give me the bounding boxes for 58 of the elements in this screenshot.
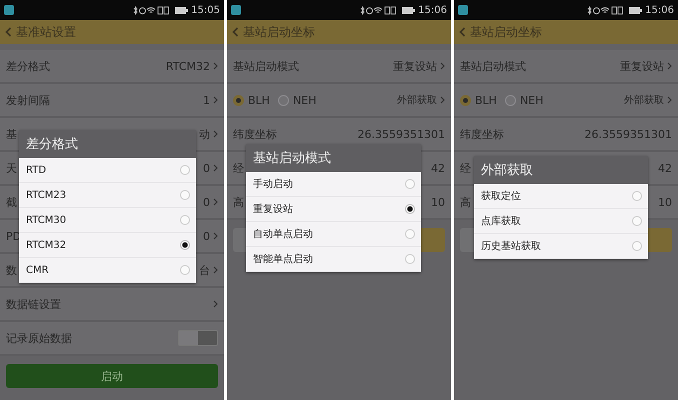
row-value: 0 — [203, 162, 210, 174]
row-label: 截 — [6, 194, 17, 210]
row-value: 42 — [431, 162, 445, 174]
radio-label: BLH — [248, 94, 270, 106]
row-label: 纬度坐标 — [233, 126, 277, 142]
row-value: 10 — [658, 196, 672, 208]
radio-label: BLH — [475, 94, 497, 106]
page-title: 基站启动坐标 — [470, 24, 542, 40]
row-label: 发射间隔 — [6, 92, 50, 108]
row-label: 记录原始数据 — [6, 330, 72, 346]
row-value: 42 — [658, 162, 672, 174]
row-label: 高 — [460, 194, 471, 210]
option-label: RTD — [26, 164, 46, 176]
row-label: 纬度坐标 — [460, 126, 504, 142]
option-label: 点库获取 — [481, 214, 521, 228]
option-label: 自动单点启动 — [253, 228, 313, 241]
row-label: 基站启动模式 — [233, 58, 299, 74]
row-value: 26.3559351301 — [584, 128, 672, 140]
row-label: 天 — [6, 160, 17, 176]
option-label: 历史基站获取 — [481, 240, 541, 253]
row-label: 数据链设置 — [6, 296, 61, 312]
row-value: 动 — [199, 126, 210, 142]
dialog-title: 差分格式 — [19, 130, 196, 158]
row-value: 1 — [203, 94, 210, 106]
option-label: 重复设站 — [253, 202, 293, 216]
status-time: 15:06 — [645, 4, 674, 16]
row-value: 台 — [199, 262, 210, 278]
row-value: 重复设站 — [620, 58, 664, 74]
row-value: 10 — [431, 196, 445, 208]
row-label: 经 — [233, 160, 244, 176]
row-label: 基站启动模式 — [460, 58, 526, 74]
status-time: 15:05 — [191, 4, 220, 16]
option-label: CMR — [26, 264, 49, 276]
row-label: 经 — [460, 160, 471, 176]
dialog-title: 外部获取 — [474, 156, 648, 184]
row-value: 重复设站 — [393, 58, 437, 74]
option-label: RTCM32 — [26, 240, 66, 250]
page-title: 基站启动坐标 — [243, 24, 315, 40]
option-label: 手动启动 — [253, 178, 293, 191]
row-label: 差分格式 — [6, 58, 50, 74]
radio-label: NEH — [292, 94, 316, 106]
row-label: 高 — [233, 194, 244, 210]
row-value: 外部获取 — [624, 94, 664, 107]
row-value: 26.3559351301 — [358, 128, 445, 140]
row-label: 数 — [6, 262, 17, 278]
option-label: 获取定位 — [481, 190, 521, 203]
row-value: 外部获取 — [397, 94, 437, 107]
option-label: RTCM23 — [26, 190, 66, 200]
status-time: 15:06 — [418, 4, 447, 16]
radio-label: NEH — [520, 94, 544, 106]
dialog-title: 基站启动模式 — [246, 144, 421, 172]
option-label: RTCM30 — [26, 214, 66, 226]
row-value: RTCM32 — [166, 60, 210, 72]
row-value: 0 — [203, 230, 210, 242]
option-label: 智能单点启动 — [253, 252, 313, 266]
row-value: 0 — [203, 196, 210, 208]
page-title: 基准站设置 — [16, 24, 76, 40]
row-label: 基 — [6, 126, 17, 142]
